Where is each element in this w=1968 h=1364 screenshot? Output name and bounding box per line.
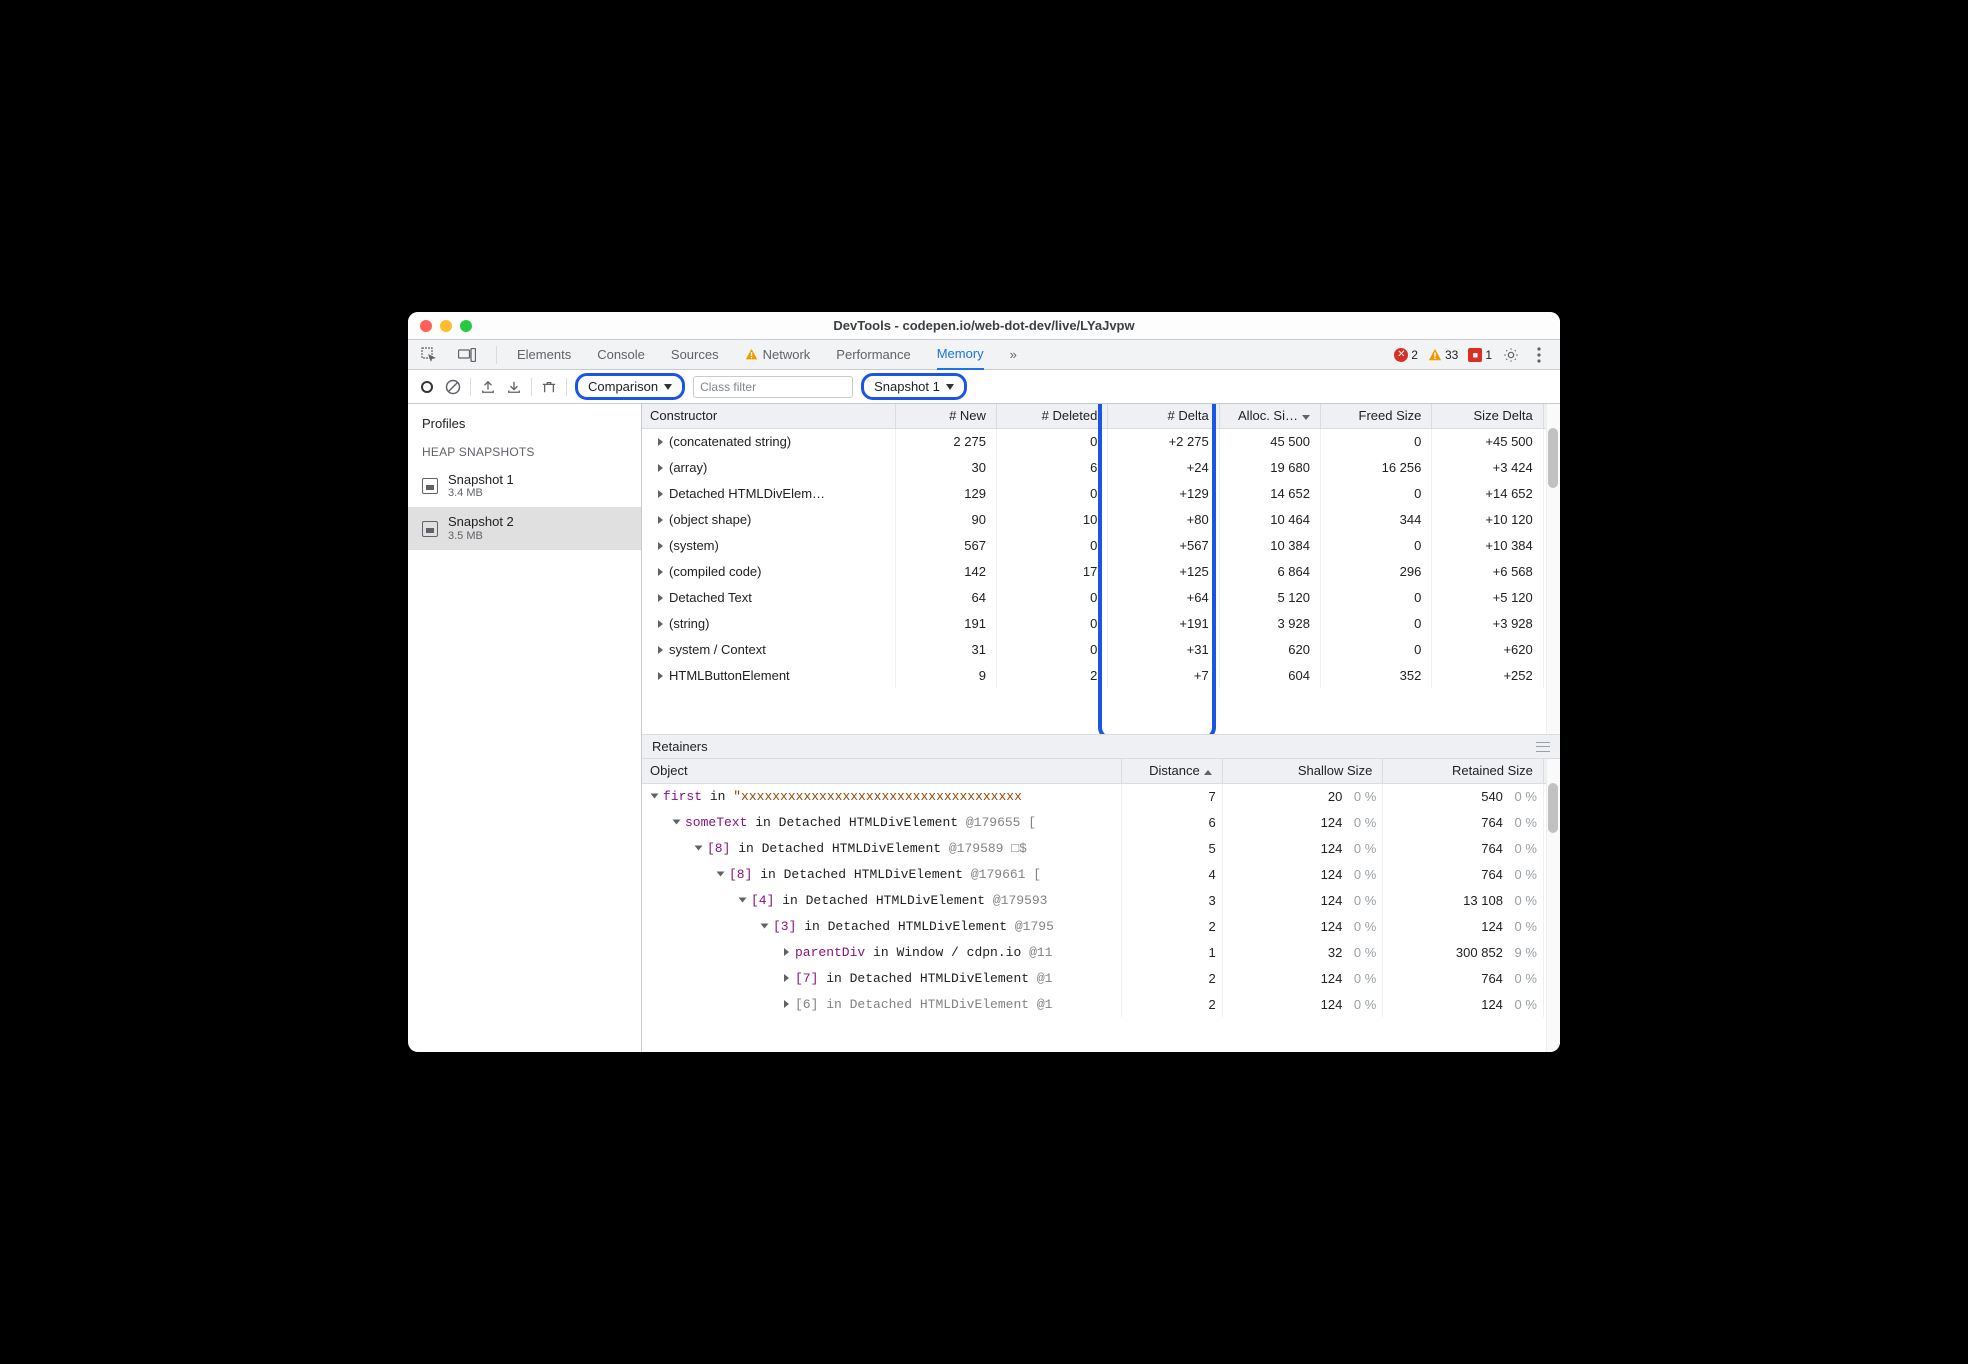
comparison-row[interactable]: (object shape) 9010+80 10 464344+10 120 — [642, 506, 1560, 532]
import-icon[interactable] — [505, 378, 523, 396]
kebab-menu-icon[interactable] — [1530, 346, 1548, 364]
warning-icon — [745, 348, 758, 361]
base-snapshot-dropdown[interactable]: Snapshot 1 — [861, 373, 967, 400]
inspect-element-icon[interactable] — [420, 346, 438, 364]
retainers-column-header[interactable]: Retained Size — [1383, 759, 1544, 783]
title-bar: DevTools - codepen.io/web-dot-dev/live/L… — [408, 312, 1560, 340]
comparison-table: Constructor# New# Deleted# DeltaAlloc. S… — [642, 404, 1560, 734]
separator — [566, 378, 567, 396]
snapshot-icon — [422, 478, 438, 494]
scrollbar[interactable] — [1546, 759, 1560, 1052]
garbage-collect-icon[interactable] — [540, 378, 558, 396]
tab-sources[interactable]: Sources — [671, 340, 719, 370]
error-icon: ✕ — [1394, 348, 1408, 362]
chevron-down-icon — [664, 384, 672, 390]
perspective-dropdown[interactable]: Comparison — [575, 373, 685, 400]
retainer-row[interactable]: [6] in Detached HTMLDivElement @1 2 1240… — [642, 991, 1560, 1017]
tabs-overflow-button[interactable]: » — [1010, 340, 1017, 370]
issue-icon: ■ — [1468, 348, 1482, 362]
retainer-row[interactable]: [8] in Detached HTMLDivElement @179661 [… — [642, 861, 1560, 887]
scrollbar-thumb[interactable] — [1548, 428, 1558, 488]
retainer-row[interactable]: [7] in Detached HTMLDivElement @1 2 1240… — [642, 965, 1560, 991]
main-area: Profiles HEAP SNAPSHOTS Snapshot 1 3.4 M… — [408, 404, 1560, 1052]
perspective-value: Comparison — [588, 379, 658, 394]
snapshot-name: Snapshot 2 — [448, 515, 514, 529]
comparison-row[interactable]: HTMLButtonElement 92+7 604352+252 — [642, 662, 1560, 688]
comparison-row[interactable]: (string) 1910+191 3 9280+3 928 — [642, 610, 1560, 636]
devtools-window: DevTools - codepen.io/web-dot-dev/live/L… — [408, 312, 1560, 1052]
snapshot-size: 3.5 MB — [448, 530, 514, 542]
retainer-row[interactable]: someText in Detached HTMLDivElement @179… — [642, 809, 1560, 835]
issue-count-value: 1 — [1485, 348, 1492, 362]
device-toolbar-icon[interactable] — [458, 346, 476, 364]
tab-performance[interactable]: Performance — [836, 340, 910, 370]
comparison-row[interactable]: (system) 5670+567 10 3840+10 384 — [642, 532, 1560, 558]
export-icon[interactable] — [479, 378, 497, 396]
warning-count-badge[interactable]: 33 — [1428, 348, 1458, 362]
panel-menu-icon[interactable] — [1536, 742, 1550, 752]
comparison-row[interactable]: (compiled code) 14217+125 6 864296+6 568 — [642, 558, 1560, 584]
record-button[interactable] — [418, 378, 436, 396]
retainer-row[interactable]: parentDiv in Window / cdpn.io @11 1 320 … — [642, 939, 1560, 965]
class-filter-input[interactable]: Class filter — [693, 376, 853, 398]
tab-network-label: Network — [763, 347, 811, 362]
separator — [470, 378, 471, 396]
retainers-table: ObjectDistanceShallow SizeRetained Size … — [642, 759, 1560, 1052]
warning-count-value: 33 — [1445, 348, 1458, 362]
separator — [531, 378, 532, 396]
snapshot-name: Snapshot 1 — [448, 473, 514, 487]
warning-icon — [1428, 348, 1442, 362]
retainer-row[interactable]: [4] in Detached HTMLDivElement @179593 3… — [642, 887, 1560, 913]
tab-network[interactable]: Network — [745, 340, 811, 370]
error-count-value: 2 — [1411, 348, 1418, 362]
retainers-header: Retainers — [642, 734, 1560, 759]
comparison-column-header[interactable]: Alloc. Si… — [1219, 404, 1320, 428]
settings-icon[interactable] — [1502, 346, 1520, 364]
tab-console[interactable]: Console — [597, 340, 645, 370]
sidebar-title: Profiles — [408, 408, 641, 439]
separator — [496, 346, 497, 364]
retainers-title: Retainers — [652, 739, 708, 754]
scrollbar[interactable] — [1546, 404, 1560, 734]
clear-button[interactable] — [444, 378, 462, 396]
comparison-row[interactable]: Detached Text 640+64 5 1200+5 120 — [642, 584, 1560, 610]
retainers-column-header[interactable]: Distance — [1122, 759, 1222, 783]
retainers-column-header[interactable]: Shallow Size — [1222, 759, 1383, 783]
retainer-row[interactable]: [8] in Detached HTMLDivElement @179589 □… — [642, 835, 1560, 861]
comparison-column-header[interactable]: # New — [895, 404, 996, 428]
retainer-row[interactable]: first in "xxxxxxxxxxxxxxxxxxxxxxxxxxxxxx… — [642, 783, 1560, 809]
comparison-row[interactable]: (concatenated string) 2 2750+2 275 45 50… — [642, 428, 1560, 454]
comparison-column-header[interactable]: Size Delta — [1432, 404, 1543, 428]
main-tab-strip: Elements Console Sources Network Perform… — [408, 340, 1560, 370]
heap-snapshots-header: HEAP SNAPSHOTS — [408, 439, 641, 465]
retainer-row[interactable]: [3] in Detached HTMLDivElement @1795 2 1… — [642, 913, 1560, 939]
comparison-row[interactable]: system / Context 310+31 6200+620 — [642, 636, 1560, 662]
comparison-column-header[interactable]: Freed Size — [1320, 404, 1431, 428]
tab-memory[interactable]: Memory — [937, 340, 984, 370]
snapshot-size: 3.4 MB — [448, 487, 514, 499]
error-count-badge[interactable]: ✕ 2 — [1394, 348, 1418, 362]
snapshot-item[interactable]: Snapshot 1 3.4 MB — [408, 465, 641, 507]
profiles-sidebar: Profiles HEAP SNAPSHOTS Snapshot 1 3.4 M… — [408, 404, 642, 1052]
scrollbar-thumb[interactable] — [1548, 783, 1558, 833]
chevron-down-icon — [946, 384, 954, 390]
comparison-column-header[interactable]: Constructor — [642, 404, 895, 428]
tab-elements[interactable]: Elements — [517, 340, 571, 370]
content-area: Constructor# New# Deleted# DeltaAlloc. S… — [642, 404, 1560, 1052]
memory-toolbar: Comparison Class filter Snapshot 1 — [408, 370, 1560, 404]
base-snapshot-value: Snapshot 1 — [874, 379, 940, 394]
comparison-column-header[interactable]: # Deleted — [996, 404, 1107, 428]
comparison-row[interactable]: (array) 306+24 19 68016 256+3 424 — [642, 454, 1560, 480]
issue-count-badge[interactable]: ■ 1 — [1468, 348, 1492, 362]
comparison-column-header[interactable]: # Delta — [1108, 404, 1219, 428]
snapshot-icon — [422, 521, 438, 537]
retainers-column-header[interactable]: Object — [642, 759, 1122, 783]
comparison-row[interactable]: Detached HTMLDivElem… 1290+129 14 6520+1… — [642, 480, 1560, 506]
snapshot-item[interactable]: Snapshot 2 3.5 MB — [408, 507, 641, 549]
window-title: DevTools - codepen.io/web-dot-dev/live/L… — [408, 318, 1560, 333]
